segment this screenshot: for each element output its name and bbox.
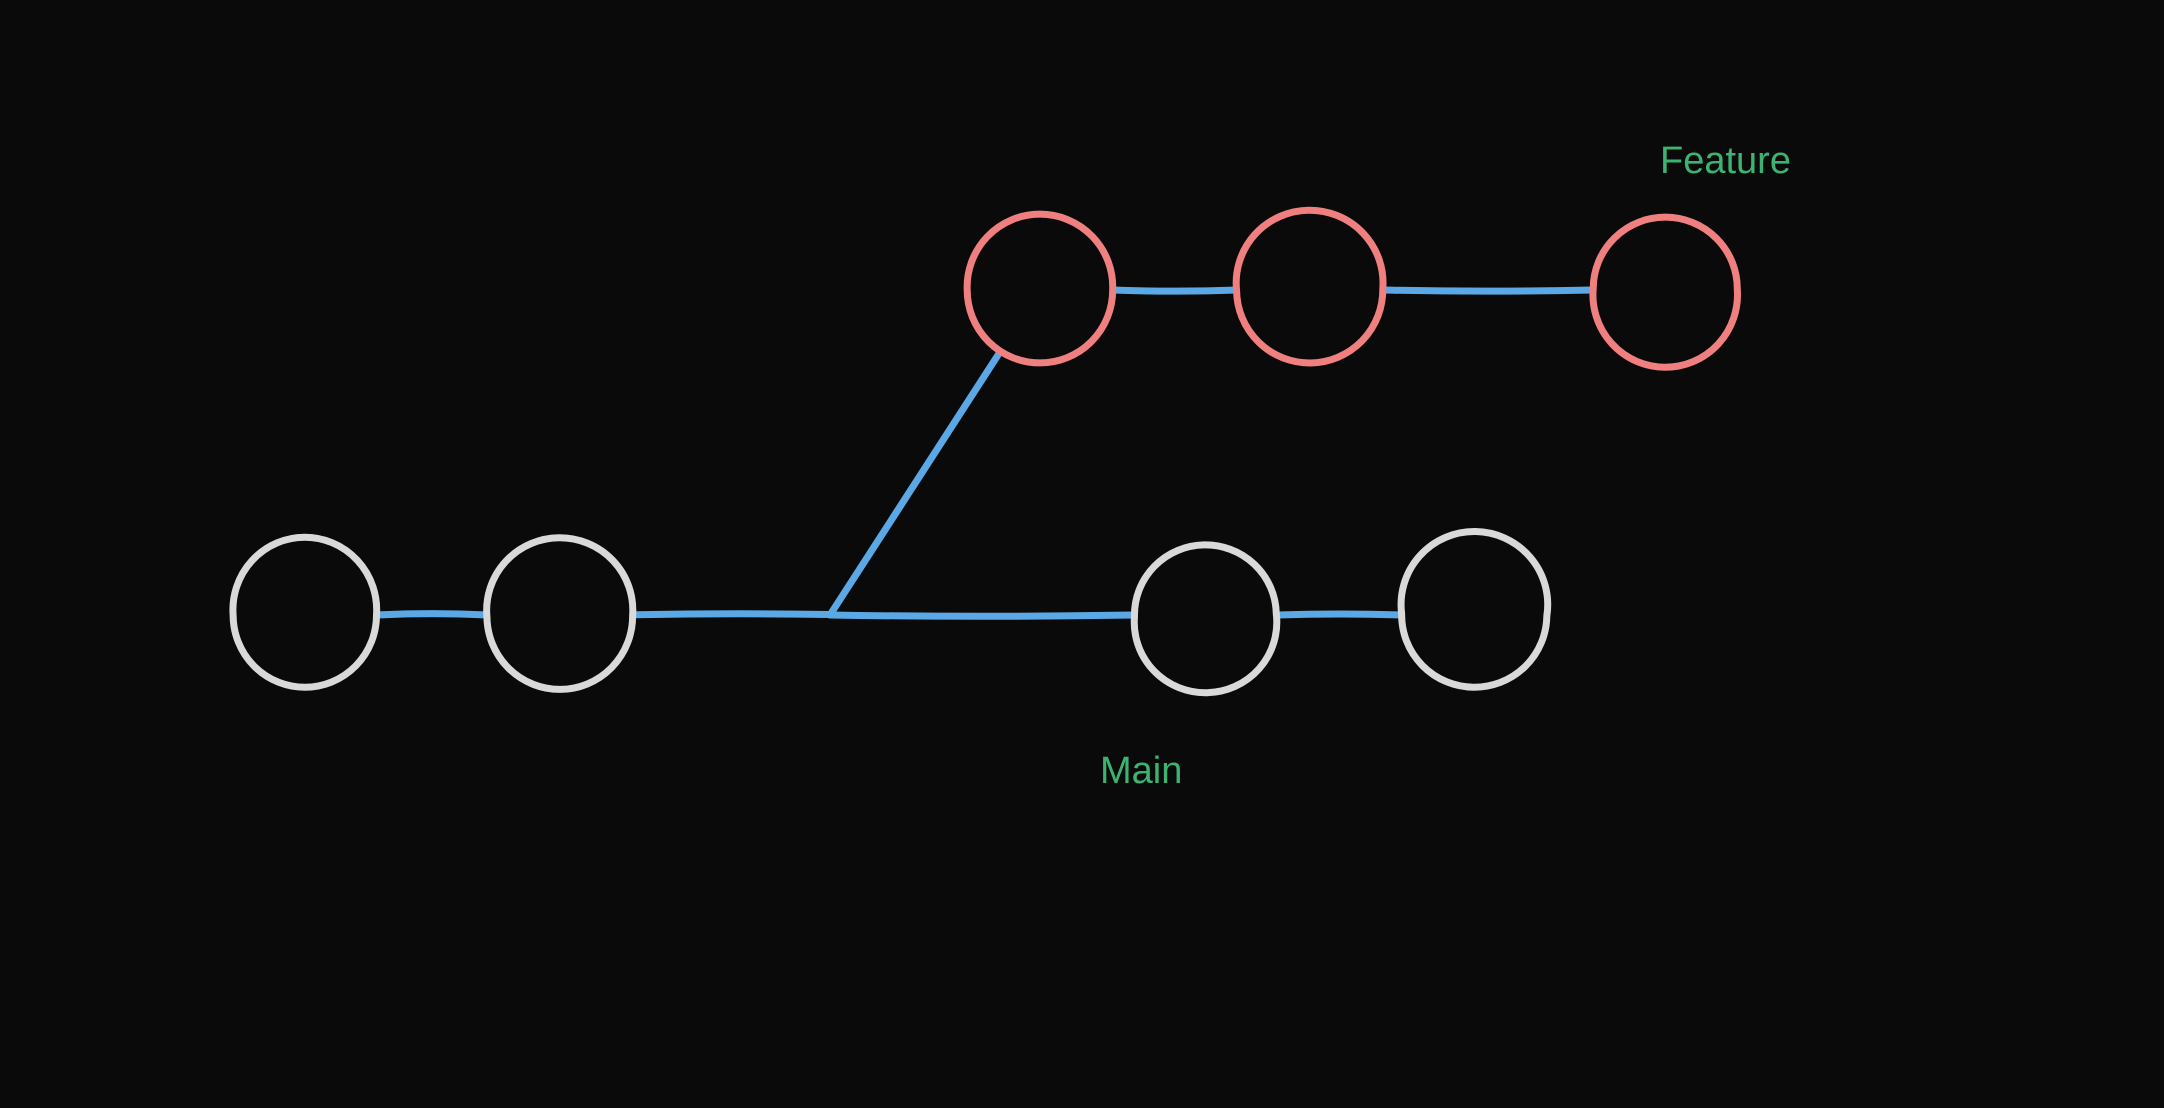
diagram-svg [0,0,2164,1108]
branch-edge [830,615,1133,616]
commit-node-main-1 [233,537,377,687]
branch-edge [377,614,488,615]
branch-edge [1277,614,1403,615]
commit-node-main-3 [1134,545,1277,693]
commit-node-feature-2 [1236,210,1383,363]
main-branch-label: Main [1100,750,1182,793]
branch-edge [1112,290,1238,291]
git-branch-diagram: Feature Main [0,0,2164,1108]
branch-edge [830,350,1001,615]
commit-node-feature-1 [967,214,1113,363]
branch-edge [1382,290,1593,291]
feature-branch-label: Feature [1660,140,1791,183]
commit-node-feature-3 [1593,217,1738,367]
branch-edge [632,614,830,615]
commit-node-main-4 [1401,532,1548,688]
commit-node-main-2 [487,538,633,690]
